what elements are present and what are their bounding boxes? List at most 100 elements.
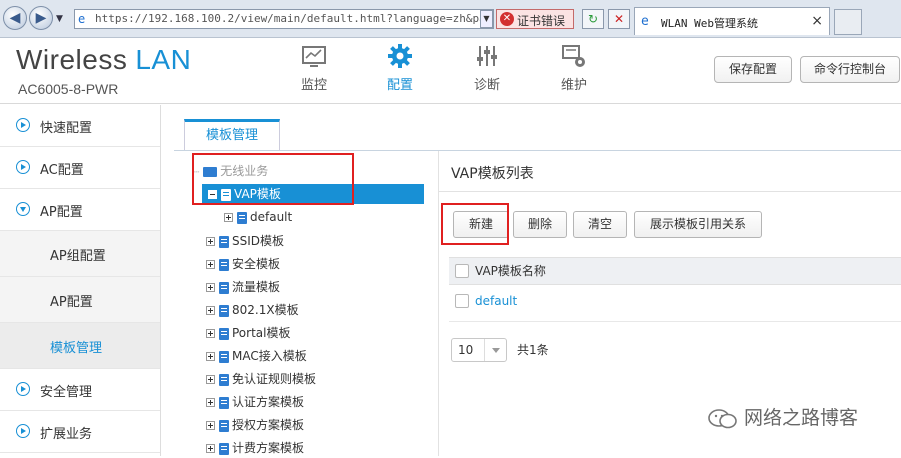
expand-arrow-icon xyxy=(16,424,30,438)
tree-node-label: default xyxy=(250,210,293,224)
tree-node-traffic-template[interactable]: 流量模板 xyxy=(206,277,280,297)
forward-icon[interactable]: ▶ xyxy=(29,6,53,30)
highlight-box-tree xyxy=(192,153,354,205)
app-header: Wireless LAN AC6005-8-PWR 监控 配置 诊断 维护 保存… xyxy=(0,38,901,104)
ie-page-icon: e xyxy=(78,12,86,26)
tree-node-mac-access-template[interactable]: MAC接入模板 xyxy=(206,346,307,366)
error-icon: ✕ xyxy=(500,12,514,26)
document-icon xyxy=(219,396,229,409)
tree-node-label: 流量模板 xyxy=(232,280,281,294)
tree-node-label: MAC接入模板 xyxy=(232,349,307,363)
gear-icon xyxy=(388,44,412,68)
sidebar-item-label: 扩展业务 xyxy=(40,427,93,442)
expand-arrow-icon xyxy=(16,160,30,174)
page-size-value: 10 xyxy=(458,343,474,357)
table-row: default xyxy=(449,285,901,317)
browser-toolbar: ◀ ▶ ▼ e https://192.168.100.2/view/main/… xyxy=(0,0,901,38)
sidebar-item-ac-config[interactable]: AC配置 xyxy=(0,147,160,189)
url-dropdown-icon[interactable]: ▼ xyxy=(480,10,493,28)
brand-lan: LAN xyxy=(135,44,192,75)
cert-error-label: 证书错误 xyxy=(517,14,566,28)
menu-config-label: 配置 xyxy=(386,78,413,93)
tree-node-auth-free-rule-template[interactable]: 免认证规则模板 xyxy=(206,369,316,389)
select-all-checkbox[interactable] xyxy=(455,264,469,278)
sidebar-item-ap-config[interactable]: AP配置 xyxy=(0,189,160,231)
column-header-vap-name: VAP模板名称 xyxy=(475,264,546,278)
document-icon xyxy=(219,258,229,271)
chevron-down-icon xyxy=(484,339,506,361)
document-icon xyxy=(219,235,229,248)
history-dropdown-icon[interactable]: ▼ xyxy=(56,14,63,24)
maintenance-icon xyxy=(562,45,585,67)
table-header: VAP模板名称 xyxy=(449,257,901,285)
save-config-button[interactable]: 保存配置 xyxy=(714,56,792,83)
expand-icon xyxy=(206,352,215,361)
tree-node-default[interactable]: default xyxy=(224,207,292,227)
expand-arrow-icon xyxy=(16,118,30,132)
cli-console-button[interactable]: 命令行控制台 xyxy=(800,56,900,83)
tree-node-security-template[interactable]: 安全模板 xyxy=(206,254,280,274)
panel-divider xyxy=(439,191,901,192)
expand-icon xyxy=(206,375,215,384)
sidebar-subitem-ap-config[interactable]: AP配置 xyxy=(0,277,160,323)
menu-config[interactable]: 配置 xyxy=(370,38,430,104)
tree-node-accounting-scheme-template[interactable]: 计费方案模板 xyxy=(206,438,304,458)
page-size-select[interactable]: 10 xyxy=(451,338,507,362)
expand-icon xyxy=(206,398,215,407)
url-text: https://192.168.100.2/view/main/default.… xyxy=(95,12,494,25)
document-icon xyxy=(219,350,229,363)
browser-tab[interactable]: e WLAN Web管理系统 × xyxy=(634,7,830,35)
expand-icon xyxy=(206,283,215,292)
menu-maintain[interactable]: 维护 xyxy=(544,38,604,104)
document-icon xyxy=(219,442,229,455)
tree-node-label: 认证方案模板 xyxy=(232,395,305,409)
tree-node-ssid-template[interactable]: SSID模板 xyxy=(206,231,284,251)
expand-icon xyxy=(206,237,215,246)
address-bar[interactable]: e https://192.168.100.2/view/main/defaul… xyxy=(74,9,494,29)
template-tree: ┄ 无线业务 VAP模板 default SSID模板 安全模板 流量模板 80… xyxy=(190,153,430,458)
sidebar-item-security-management[interactable]: 安全管理 xyxy=(0,369,160,411)
sidebar-item-label: 安全管理 xyxy=(40,385,93,400)
tree-node-authentication-scheme-template[interactable]: 认证方案模板 xyxy=(206,392,304,412)
vap-template-link[interactable]: default xyxy=(475,294,517,308)
total-count: 共1条 xyxy=(517,343,549,357)
menu-monitor-label: 监控 xyxy=(300,78,327,93)
tree-node-portal-template[interactable]: Portal模板 xyxy=(206,323,290,343)
sidebar-item-extended-services[interactable]: 扩展业务 xyxy=(0,411,160,453)
expand-arrow-icon xyxy=(16,382,30,396)
refresh-icon[interactable]: ↻ xyxy=(582,9,604,29)
clear-button[interactable]: 清空 xyxy=(573,211,627,238)
sidebar-item-label: AC配置 xyxy=(40,163,84,178)
row-checkbox[interactable] xyxy=(455,294,469,308)
tree-node-authorization-scheme-template[interactable]: 授权方案模板 xyxy=(206,415,304,435)
certificate-error-badge[interactable]: ✕ 证书错误 xyxy=(496,9,574,29)
ie-tab-icon: e xyxy=(641,14,649,29)
stop-icon[interactable]: ✕ xyxy=(608,9,630,29)
delete-button[interactable]: 删除 xyxy=(513,211,567,238)
menu-monitor[interactable]: 监控 xyxy=(284,38,344,104)
panel-title: VAP模板列表 xyxy=(451,166,534,182)
watermark: 网络之路博客 xyxy=(708,403,858,430)
menu-diagnose[interactable]: 诊断 xyxy=(457,38,517,104)
monitor-icon xyxy=(302,46,326,67)
back-icon[interactable]: ◀ xyxy=(3,6,27,30)
sidebar-subitem-ap-group-config[interactable]: AP组配置 xyxy=(0,231,160,277)
sidebar-item-label: 快速配置 xyxy=(40,121,93,136)
document-icon xyxy=(219,281,229,294)
new-tab-button[interactable] xyxy=(834,9,862,35)
tab-close-icon[interactable]: × xyxy=(811,13,823,29)
show-template-references-button[interactable]: 展示模板引用关系 xyxy=(634,211,762,238)
expand-icon xyxy=(206,260,215,269)
tree-node-8021x-template[interactable]: 802.1X模板 xyxy=(206,300,299,320)
tab-template-management[interactable]: 模板管理 xyxy=(184,119,280,151)
tree-node-label: 授权方案模板 xyxy=(232,418,305,432)
sidebar-item-quick-config[interactable]: 快速配置 xyxy=(0,105,160,147)
expand-icon xyxy=(224,213,233,222)
tree-node-label: 802.1X模板 xyxy=(232,303,299,317)
sidebar-subitem-template-management[interactable]: 模板管理 xyxy=(0,323,160,369)
sidebar: 快速配置 AC配置 AP配置 AP组配置 AP配置 模板管理 安全管理 扩展业务 xyxy=(0,105,161,456)
document-icon xyxy=(237,211,247,224)
tree-node-label: 免认证规则模板 xyxy=(232,372,317,386)
document-icon xyxy=(219,373,229,386)
sidebar-item-label: AP配置 xyxy=(40,205,83,220)
